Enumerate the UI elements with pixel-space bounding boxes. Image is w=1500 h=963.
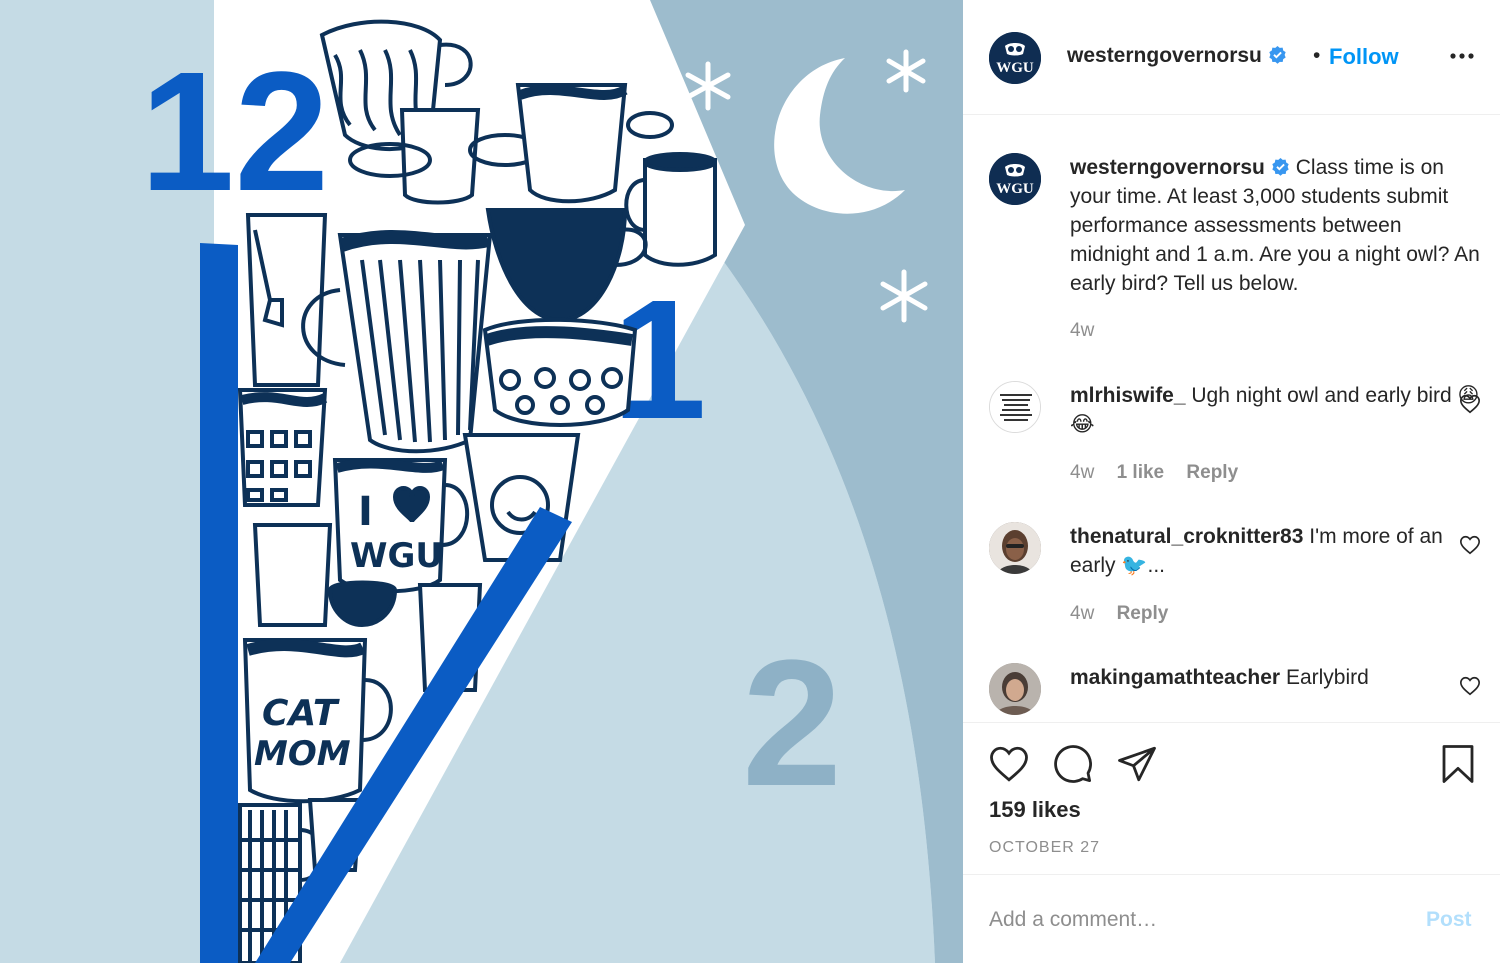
action-bar: 159 likes OCTOBER 27 — [963, 722, 1500, 874]
clock-illustration: 12 1 2 I WGU CAT MOM — [0, 0, 963, 963]
comment-meta: 4w 1 like Reply — [1070, 462, 1255, 484]
verified-badge-icon — [1272, 157, 1289, 176]
comment-username[interactable]: makingamathteacher — [1070, 666, 1280, 689]
heart-icon[interactable] — [988, 743, 1030, 785]
comment-bubble-icon[interactable] — [1052, 743, 1094, 785]
comment-username[interactable]: mlrhiswife_ — [1070, 384, 1186, 407]
paper-plane-icon[interactable] — [1116, 743, 1158, 785]
caption-username[interactable]: westerngovernorsu — [1070, 156, 1265, 179]
quote-avatar-image — [990, 382, 1040, 432]
verified-badge-icon — [1269, 45, 1286, 64]
comment-username[interactable]: thenatural_croknitter83 — [1070, 525, 1303, 548]
comment-input[interactable] — [989, 903, 1389, 937]
mug-text-mom: MOM — [254, 734, 351, 774]
user-photo-avatar — [989, 522, 1041, 574]
numeral-2: 2 — [742, 623, 842, 824]
follow-button[interactable]: Follow — [1329, 44, 1399, 70]
comment-text: mlrhiswife_ Ugh night owl and early bird… — [1070, 381, 1480, 439]
caption-avatar[interactable]: WGU — [989, 153, 1041, 205]
svg-text:WGU: WGU — [996, 60, 1034, 76]
comments-list[interactable]: WGU westerngovernorsu Class time is on y… — [963, 116, 1500, 722]
comment-meta: 4w Reply — [1070, 603, 1185, 625]
comment-age[interactable]: 4w — [1070, 462, 1094, 483]
comment-text: makingamathteacher Earlybird — [1070, 663, 1480, 692]
likes-count[interactable]: 159 likes — [989, 797, 1081, 823]
post-image[interactable]: 12 1 2 I WGU CAT MOM — [0, 0, 963, 963]
comment-likes[interactable]: 1 like — [1117, 462, 1165, 483]
comment-body: Earlybird — [1285, 666, 1369, 689]
svg-text:WGU: WGU — [996, 181, 1034, 197]
clock-hour-hand — [200, 243, 238, 963]
header-avatar[interactable]: WGU — [989, 32, 1041, 84]
caption-age[interactable]: 4w — [1070, 320, 1094, 341]
comment-like-heart-icon[interactable] — [1459, 675, 1481, 697]
add-comment-bar: Post — [963, 874, 1500, 963]
numeral-12: 12 — [140, 37, 329, 227]
comment-avatar[interactable] — [989, 381, 1041, 433]
mug-text-cat: CAT — [262, 693, 340, 734]
post-date[interactable]: OCTOBER 27 — [989, 839, 1100, 857]
comment-like-heart-icon[interactable] — [1459, 393, 1481, 415]
wgu-logo-icon: WGU — [989, 153, 1041, 205]
comment-like-heart-icon[interactable] — [1459, 534, 1481, 556]
caption-meta: 4w — [1070, 320, 1111, 342]
comment-avatar[interactable] — [989, 522, 1041, 574]
mug-text-wgu: WGU — [350, 536, 443, 576]
comment-age[interactable]: 4w — [1070, 603, 1094, 624]
wgu-logo-icon: WGU — [989, 32, 1041, 84]
comment-text: thenatural_croknitter83 I'm more of an e… — [1070, 522, 1480, 580]
header-separator: • — [1313, 44, 1321, 67]
user-photo-avatar — [989, 663, 1041, 715]
more-dots-icon[interactable] — [1447, 46, 1477, 66]
post-header: WGU westerngovernorsu • Follow — [963, 0, 1500, 115]
comment-avatar[interactable] — [989, 663, 1041, 715]
post-button[interactable]: Post — [1426, 908, 1472, 932]
header-username-text[interactable]: westerngovernorsu — [1067, 44, 1262, 67]
bookmark-icon[interactable] — [1437, 743, 1479, 785]
mug-text-i: I — [358, 489, 373, 535]
reply-button[interactable]: Reply — [1117, 603, 1169, 624]
post-side-panel: WGU westerngovernorsu • Follow WGU weste… — [963, 0, 1500, 963]
header-username[interactable]: westerngovernorsu — [1067, 44, 1287, 68]
caption-text: westerngovernorsu Class time is on your … — [1070, 153, 1480, 298]
reply-button[interactable]: Reply — [1186, 462, 1238, 483]
